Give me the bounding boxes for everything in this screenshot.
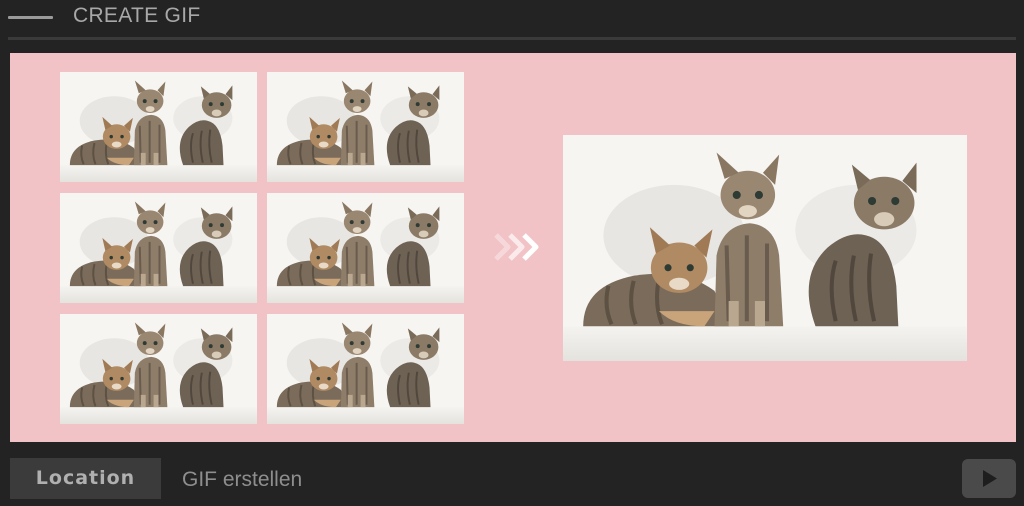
play-button[interactable] — [962, 459, 1016, 498]
page-title: CREATE GIF — [73, 4, 201, 27]
gif-frame-3[interactable] — [60, 193, 257, 303]
header-divider — [8, 37, 1016, 40]
preview-panel — [10, 53, 1016, 442]
triple-chevron-right-icon — [490, 229, 550, 265]
play-icon — [983, 470, 997, 487]
gif-frame-4[interactable] — [267, 193, 464, 303]
kittens-photo — [60, 193, 257, 303]
kittens-photo — [267, 72, 464, 182]
gif-frame-1[interactable] — [60, 72, 257, 182]
gif-frame-6[interactable] — [267, 314, 464, 424]
create-gif-window: CREATE GIF Location GIF erstellen — [0, 0, 1024, 506]
output-path-label: GIF erstellen — [182, 468, 303, 491]
header: CREATE GIF — [0, 0, 1024, 34]
kittens-photo — [60, 314, 257, 424]
gif-frame-2[interactable] — [267, 72, 464, 182]
kittens-photo — [267, 314, 464, 424]
kittens-photo — [563, 135, 967, 361]
kittens-photo — [60, 72, 257, 182]
location-button[interactable]: Location — [10, 458, 161, 499]
kittens-photo — [267, 193, 464, 303]
gif-preview — [563, 135, 967, 361]
dash-icon[interactable] — [8, 16, 53, 19]
gif-frame-5[interactable] — [60, 314, 257, 424]
